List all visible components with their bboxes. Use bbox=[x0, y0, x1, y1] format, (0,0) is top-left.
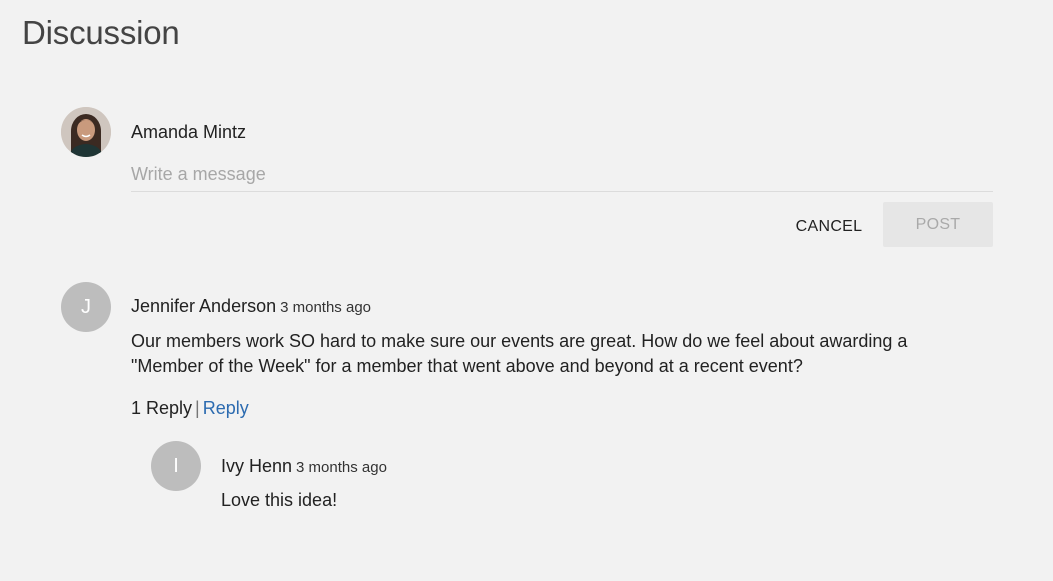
message-input[interactable] bbox=[131, 158, 993, 192]
reply-timestamp: 3 months ago bbox=[296, 459, 387, 476]
discussion-page: Discussion Amanda Mintz CANCEL POST J Je… bbox=[0, 0, 1053, 581]
composer-author-name: Amanda Mintz bbox=[131, 122, 247, 142]
comment-author: Jennifer Anderson bbox=[131, 296, 277, 316]
reply-avatar: I bbox=[151, 441, 201, 491]
actions-separator: | bbox=[195, 398, 200, 418]
avatar-initial: J bbox=[81, 295, 91, 318]
cancel-button[interactable]: CANCEL bbox=[784, 210, 874, 244]
comment-header: Jennifer Anderson 3 months ago bbox=[131, 296, 371, 317]
reply-count[interactable]: 1 Reply bbox=[131, 398, 192, 418]
avatar-initial: I bbox=[173, 454, 179, 477]
comment-actions: 1 Reply | Reply bbox=[131, 398, 249, 419]
reply-body: Love this idea! bbox=[221, 490, 338, 510]
page-title: Discussion bbox=[22, 14, 180, 51]
reply-author: Ivy Henn bbox=[221, 456, 293, 476]
reply-header: Ivy Henn 3 months ago bbox=[221, 456, 387, 477]
comment-avatar: J bbox=[61, 282, 111, 332]
user-avatar bbox=[61, 107, 111, 157]
comment-body: Our members work SO hard to make sure ou… bbox=[131, 329, 1011, 379]
comment-timestamp: 3 months ago bbox=[280, 299, 372, 316]
post-button[interactable]: POST bbox=[883, 202, 993, 247]
reply-link[interactable]: Reply bbox=[203, 398, 249, 418]
user-avatar-photo bbox=[61, 107, 111, 157]
comment-body-line: "Member of the Week" for a member that w… bbox=[131, 356, 803, 376]
comment-body-line: Our members work SO hard to make sure ou… bbox=[131, 331, 908, 351]
